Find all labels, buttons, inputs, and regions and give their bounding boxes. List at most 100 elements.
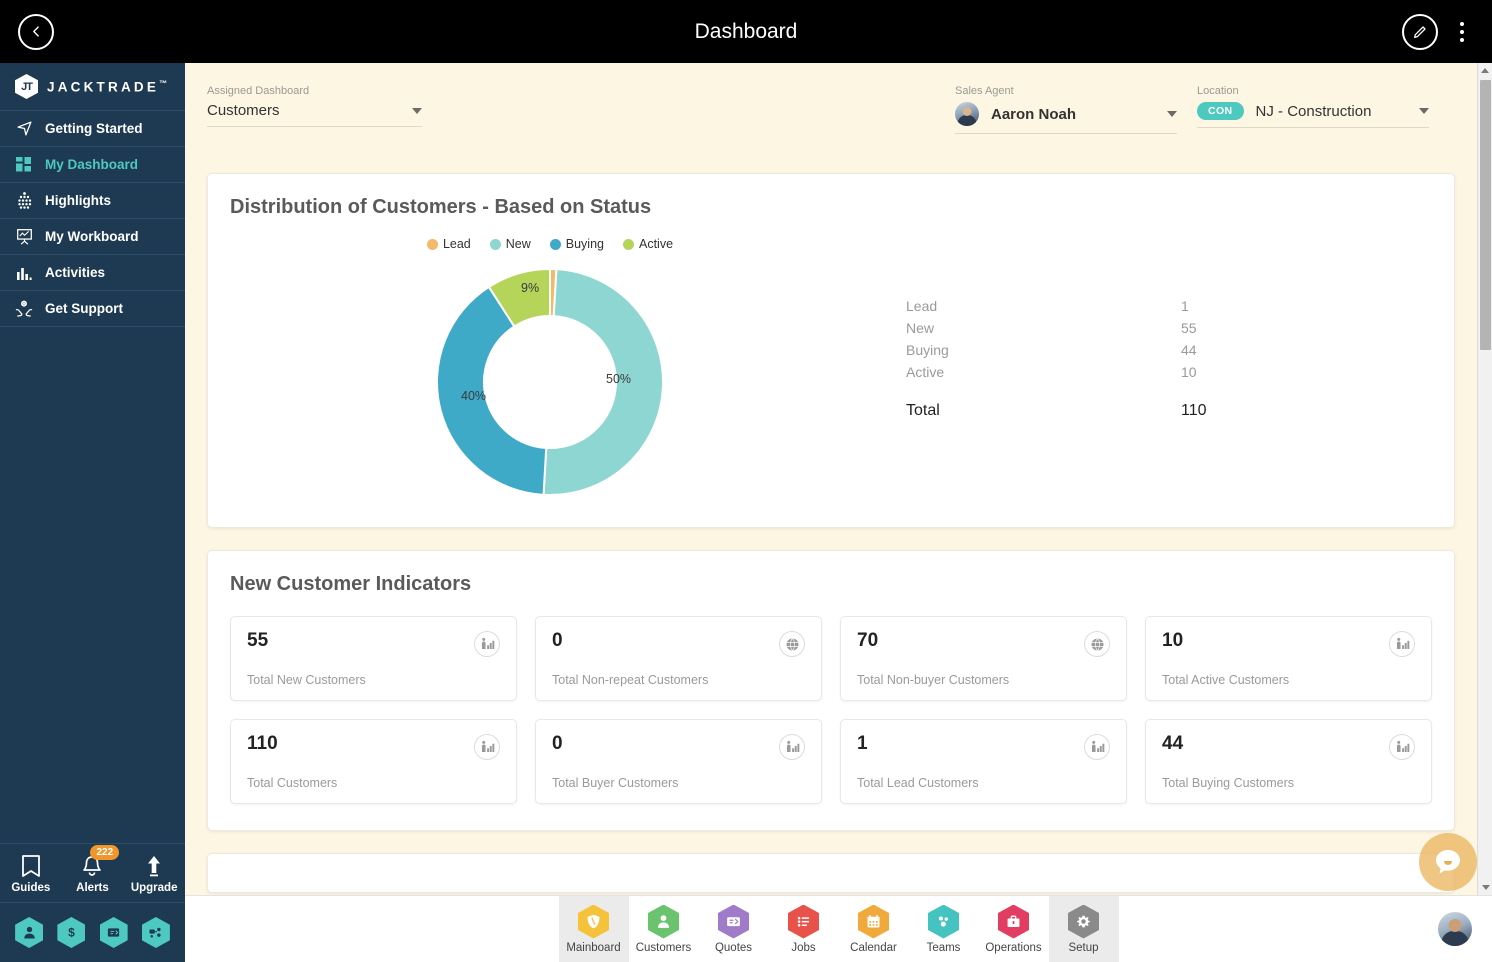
alerts-button[interactable]: 222 Alerts (64, 845, 120, 894)
legend-swatch (489, 238, 501, 250)
scroll-up-button[interactable] (1478, 63, 1492, 78)
globe-icon (779, 631, 805, 657)
indicator-label: Total Buyer Customers (552, 776, 679, 790)
guides-button[interactable]: Guides (3, 854, 59, 894)
sidebar-item-get-support[interactable]: Get Support (0, 291, 185, 327)
stat-value: 55 (1181, 320, 1197, 336)
bottom-nav-item-jobs[interactable]: Jobs (769, 896, 839, 962)
book-icon (21, 855, 40, 877)
sidebar-item-getting-started[interactable]: Getting Started (0, 111, 185, 147)
legend-item-lead[interactable]: Lead (426, 237, 471, 251)
indicator-card[interactable]: 10 Total Active Customers (1145, 616, 1432, 701)
bottom-nav-item-mainboard[interactable]: Mainboard (558, 895, 629, 962)
sales-agent-select[interactable]: Aaron Noah (955, 102, 1177, 134)
app-root: Dashboard JT JACKTRADE™ Getting Started … (0, 0, 1492, 962)
jacktrade-hex-icon: JT (15, 74, 38, 99)
support-hands-icon (15, 300, 33, 318)
quick-person-button[interactable] (15, 917, 44, 948)
bottom-nav-item-setup[interactable]: Setup (1048, 895, 1119, 962)
brand-logo[interactable]: JT JACKTRADE™ (0, 63, 185, 111)
indicator-label: Total Buying Customers (1162, 776, 1295, 790)
indicator-card[interactable]: 110 Total Customers (230, 719, 517, 804)
quick-quotes-button[interactable] (99, 917, 128, 948)
people-chart-icon (1389, 734, 1415, 760)
sales-agent-value: Aaron Noah (991, 105, 1077, 123)
assigned-dashboard-select[interactable]: Customers (207, 102, 422, 127)
bottom-nav-item-customers[interactable]: Customers (629, 896, 699, 962)
legend-item-new[interactable]: New (489, 237, 531, 251)
sidebar-quick-actions: $ (0, 902, 185, 962)
indicator-value: 10 (1162, 630, 1184, 651)
chart-stats-table: Lead 1 New 55 Buying 44 Active 10 Total … (870, 237, 1432, 497)
indicator-card[interactable]: 70 Total Non-buyer Customers (840, 616, 1127, 701)
stat-row: Lead 1 (906, 295, 1432, 317)
arrow-up-icon (148, 856, 161, 877)
vertical-scrollbar[interactable] (1477, 63, 1492, 895)
donut-chart-area: Lead New Buying Active 50% 40% 9% (230, 237, 870, 497)
scroll-down-button[interactable] (1478, 880, 1492, 895)
indicator-label: Total Active Customers (1162, 673, 1290, 687)
indicator-value: 1 (857, 733, 868, 754)
svg-text:$: $ (68, 926, 75, 940)
edit-button[interactable] (1402, 13, 1438, 50)
chat-bubble-icon (1436, 850, 1460, 874)
indicator-card[interactable]: 1 Total Lead Customers (840, 719, 1127, 804)
location-chip: CON (1197, 102, 1244, 120)
location-select[interactable]: CON NJ - Construction (1197, 102, 1429, 128)
sidebar-item-my-workboard[interactable]: My Workboard (0, 219, 185, 255)
more-menu-button[interactable] (1452, 16, 1472, 48)
chart-card-title: Distribution of Customers - Based on Sta… (230, 196, 652, 218)
bottom-nav-item-operations[interactable]: Operations (979, 896, 1049, 962)
indicator-card[interactable]: 0 Total Non-repeat Customers (535, 616, 822, 701)
sidebar-item-activities[interactable]: Activities (0, 255, 185, 291)
sidebar-item-my-dashboard[interactable]: My Dashboard (0, 147, 185, 183)
indicator-card[interactable]: 55 Total New Customers (230, 616, 517, 701)
stat-key: New (906, 320, 935, 336)
sidebar-item-label: Get Support (45, 301, 123, 316)
brand-mark: JT (21, 80, 33, 93)
user-avatar-button[interactable] (1438, 912, 1472, 946)
bottom-nav-item-calendar[interactable]: Calendar (839, 896, 909, 962)
indicator-card[interactable]: 0 Total Buyer Customers (535, 719, 822, 804)
chat-support-button[interactable] (1419, 833, 1477, 891)
page-title: Dashboard (694, 19, 798, 43)
chevron-down-icon (1481, 885, 1490, 890)
person-hex-icon (648, 904, 679, 939)
brand-name: JACKTRADE™ (47, 79, 167, 95)
chevron-down-icon (1167, 111, 1177, 117)
people-chart-icon (779, 734, 805, 760)
legend-item-buying[interactable]: Buying (549, 237, 604, 251)
trademark-symbol: ™ (159, 78, 168, 88)
sales-agent-label: Sales Agent (955, 85, 1014, 97)
donut-slice-new[interactable] (542, 268, 664, 496)
quick-workflow-button[interactable] (141, 917, 170, 948)
indicator-card[interactable]: 44 Total Buying Customers (1145, 719, 1432, 804)
sidebar-item-highlights[interactable]: Highlights (0, 183, 185, 219)
bottom-nav-label: Setup (1068, 941, 1099, 954)
quote-card-icon (108, 928, 120, 937)
bottom-nav-item-teams[interactable]: Teams (909, 896, 979, 962)
indicator-top: 1 (857, 734, 1110, 760)
chevron-down-icon (412, 107, 422, 114)
legend-swatch (549, 238, 561, 250)
location-field: Location CON NJ - Construction (1197, 85, 1429, 128)
bottom-nav-item-quotes[interactable]: Quotes (699, 896, 769, 962)
main-content: Assigned Dashboard Customers Sales Agent… (185, 63, 1477, 895)
indicator-value: 55 (247, 630, 269, 651)
upgrade-label: Upgrade (130, 882, 178, 894)
upgrade-button[interactable]: Upgrade (126, 854, 182, 894)
stat-total-row: Total 110 (906, 402, 1432, 420)
indicator-value: 0 (552, 733, 563, 754)
new-customer-indicators-card: New Customer Indicators 55 Total New Cust… (207, 550, 1455, 831)
dollar-icon: $ (68, 926, 75, 940)
scrollbar-thumb[interactable] (1480, 80, 1491, 350)
grid-squares-icon (15, 156, 33, 174)
globe-icon (1084, 631, 1110, 657)
quick-billing-button[interactable]: $ (57, 917, 86, 948)
quote-hex-icon (718, 904, 749, 939)
back-button[interactable] (18, 13, 54, 50)
donut-chart[interactable]: 50% 40% 9% (435, 267, 665, 497)
indicator-top: 110 (247, 734, 500, 760)
indicator-top: 10 (1162, 631, 1415, 657)
legend-item-active[interactable]: Active (623, 237, 673, 251)
